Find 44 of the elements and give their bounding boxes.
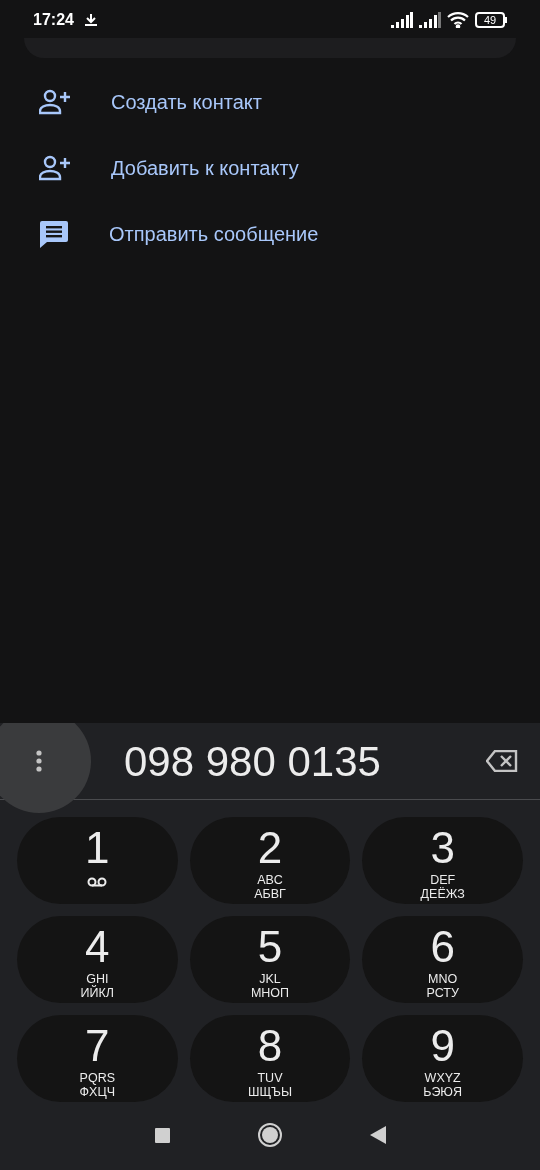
- dial-key[interactable]: 5 JKL МНОП: [189, 916, 351, 1003]
- dial-key[interactable]: 4 GHI ИЙКЛ: [17, 916, 178, 1003]
- download-icon: [83, 13, 98, 27]
- dial-key[interactable]: 9 WXYZ ЬЭЮЯ: [362, 1015, 523, 1102]
- key-letters: ДЕЁЖЗ: [420, 887, 465, 901]
- signal-icon: [391, 12, 413, 28]
- key-letters: ШЩЪЫ: [247, 1085, 293, 1099]
- battery-icon: 49: [475, 12, 507, 28]
- voicemail-icon: [87, 877, 108, 887]
- key-letters: MNO: [428, 972, 458, 986]
- key-letters: DEF: [430, 873, 456, 887]
- recents-button[interactable]: [154, 1127, 170, 1143]
- key-letters: ИЙКЛ: [80, 986, 115, 1000]
- action-link[interactable]: Создать контакт: [111, 87, 262, 117]
- key-letters: МНОП: [250, 986, 290, 1000]
- signal-icon: [419, 12, 441, 28]
- add-person-icon: [39, 89, 71, 115]
- dial-key[interactable]: 8 TUV ШЩЪЫ: [189, 1015, 351, 1102]
- status-time: 17:24: [33, 10, 74, 30]
- dial-key[interactable]: 3 DEF ДЕЁЖЗ: [362, 817, 523, 904]
- add-person-icon: [39, 155, 71, 181]
- action-link[interactable]: Отправить сообщение: [109, 219, 319, 249]
- key-letters: РСТУ: [426, 986, 459, 1000]
- phone-number: 098 980 0135: [124, 736, 381, 787]
- dial-key[interactable]: 6 MNO РСТУ: [362, 916, 523, 1003]
- more-icon: [36, 750, 42, 772]
- action-link[interactable]: Добавить к контакту: [111, 153, 299, 183]
- back-button[interactable]: [369, 1126, 386, 1144]
- key-letters: GHI: [86, 972, 109, 986]
- key-letters: PQRS: [79, 1071, 116, 1085]
- key-letters: ЬЭЮЯ: [423, 1085, 462, 1099]
- home-button[interactable]: [257, 1123, 282, 1147]
- backspace-icon[interactable]: [486, 750, 518, 772]
- dial-key[interactable]: 1: [17, 817, 178, 904]
- key-letters: ФХЦЧ: [79, 1085, 116, 1099]
- key-letters: TUV: [257, 1071, 283, 1085]
- dial-key[interactable]: 2 ABC АБВГ: [189, 817, 351, 904]
- key-letters: JKL: [259, 972, 281, 986]
- wifi-icon: [447, 12, 469, 28]
- message-icon: [39, 220, 69, 248]
- key-letters: ABC: [257, 873, 283, 887]
- dial-key[interactable]: 7 PQRS ФХЦЧ: [17, 1015, 178, 1102]
- key-letters: АБВГ: [254, 887, 286, 901]
- key-letters: WXYZ: [424, 1071, 461, 1085]
